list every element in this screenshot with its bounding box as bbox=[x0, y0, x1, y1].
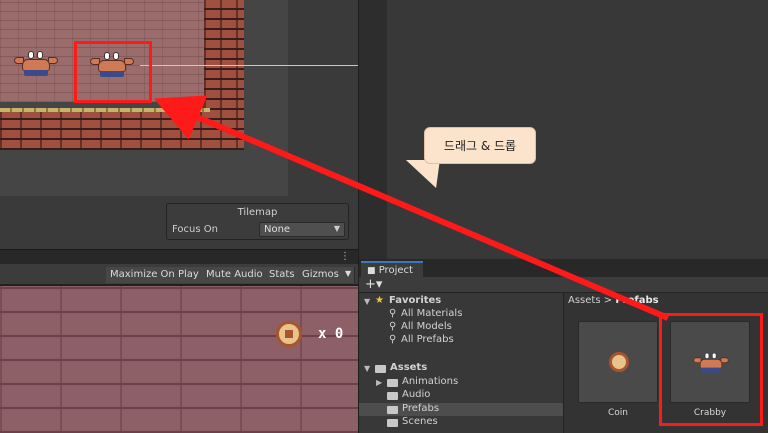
breadcrumb-separator: > bbox=[603, 295, 613, 306]
expand-arrow-icon[interactable]: ▼ bbox=[364, 364, 370, 373]
create-asset-button[interactable]: +▾ bbox=[365, 277, 382, 292]
breadcrumb-current[interactable]: Prefabs bbox=[615, 295, 658, 306]
tree-item-scenes[interactable]: Scenes bbox=[359, 416, 563, 429]
game-view[interactable] bbox=[0, 286, 358, 433]
expand-arrow-icon[interactable]: ▼ bbox=[364, 297, 370, 306]
stats-button[interactable]: Stats bbox=[265, 267, 300, 283]
coin-counter: x 0 bbox=[318, 326, 344, 342]
tilemap-title: Tilemap bbox=[237, 207, 278, 218]
assets-label: Assets bbox=[390, 362, 428, 373]
tree-item-label: All Prefabs bbox=[401, 334, 454, 345]
game-toolbar: Maximize On Play Mute Audio Stats Gizmos… bbox=[0, 264, 358, 285]
chevron-down-icon: ▼ bbox=[333, 224, 340, 233]
ground-tiles bbox=[0, 112, 232, 150]
coin-icon bbox=[609, 352, 629, 372]
inspector-strip bbox=[359, 0, 387, 259]
tree-item-all-materials[interactable]: ⚲ All Materials bbox=[359, 308, 563, 321]
scene-view[interactable]: Tilemap Focus On None ▼ bbox=[0, 0, 358, 249]
tab-project-label: Project bbox=[378, 265, 413, 276]
search-icon: ⚲ bbox=[389, 321, 397, 332]
coin-icon bbox=[276, 321, 302, 347]
tree-item-label: Scenes bbox=[402, 416, 438, 427]
asset-label: Coin bbox=[608, 408, 628, 418]
folder-icon: ■ bbox=[367, 266, 376, 276]
drop-target-highlight bbox=[74, 41, 152, 103]
mute-audio-button[interactable]: Mute Audio bbox=[202, 267, 268, 283]
favorites-label: Favorites bbox=[389, 295, 442, 306]
folder-icon bbox=[387, 419, 398, 427]
unity-editor-window: Tilemap Focus On None ▼ ⋮ Maximize On Pl… bbox=[0, 0, 768, 433]
project-tab-bar: ■ Project bbox=[359, 259, 768, 277]
folder-icon bbox=[387, 406, 398, 414]
gizmos-dropdown-icon[interactable]: ▼ bbox=[342, 267, 356, 283]
tree-item-label: Prefabs bbox=[402, 403, 440, 414]
project-toolbar: +▾ bbox=[359, 277, 768, 293]
tree-item-prefabs[interactable]: Prefabs bbox=[359, 403, 563, 416]
focus-on-value: None bbox=[264, 224, 291, 235]
maximize-on-play-button[interactable]: Maximize On Play bbox=[106, 267, 204, 283]
focus-on-label: Focus On bbox=[172, 224, 218, 235]
star-icon: ★ bbox=[375, 295, 384, 306]
folder-open-icon bbox=[375, 365, 386, 373]
expand-arrow-icon[interactable]: ▶ bbox=[376, 378, 382, 387]
drag-drop-callout: 드래그 & 드롭 bbox=[424, 127, 536, 164]
tree-item-all-models[interactable]: ⚲ All Models bbox=[359, 321, 563, 334]
scene-guide-line bbox=[140, 65, 358, 66]
asset-coin-prefab[interactable] bbox=[578, 321, 658, 403]
search-icon: ⚲ bbox=[389, 308, 397, 319]
gizmos-button[interactable]: Gizmos bbox=[298, 267, 344, 283]
search-icon: ⚲ bbox=[389, 334, 397, 345]
inspector-area bbox=[358, 0, 768, 259]
tree-item-all-prefabs[interactable]: ⚲ All Prefabs bbox=[359, 334, 563, 347]
drag-source-highlight bbox=[659, 313, 763, 426]
crab-sprite[interactable] bbox=[14, 51, 58, 77]
tree-item-favorites[interactable]: ▼ ★ Favorites bbox=[359, 295, 563, 308]
breadcrumb-root[interactable]: Assets bbox=[568, 295, 601, 306]
tree-item-label: Audio bbox=[402, 389, 431, 400]
tree-item-audio[interactable]: Audio bbox=[359, 389, 563, 402]
more-options-icon[interactable]: ⋮ bbox=[340, 251, 350, 262]
focus-on-dropdown[interactable]: None ▼ bbox=[259, 222, 345, 237]
folder-icon bbox=[387, 379, 398, 387]
tree-item-animations[interactable]: ▶ Animations bbox=[359, 376, 563, 389]
tree-item-assets[interactable]: ▼ Assets bbox=[359, 362, 563, 375]
tab-project[interactable]: ■ Project bbox=[361, 261, 423, 277]
project-folder-tree: ▼ ★ Favorites ⚲ All Materials ⚲ All Mode… bbox=[359, 293, 563, 433]
tilemap-overlay-panel: Tilemap Focus On None ▼ bbox=[166, 203, 349, 240]
tree-item-label: All Materials bbox=[401, 308, 463, 319]
tree-item-label: All Models bbox=[401, 321, 452, 332]
tree-item-label: Animations bbox=[402, 376, 459, 387]
game-tab-bar: ⋮ bbox=[0, 249, 358, 264]
folder-icon bbox=[387, 392, 398, 400]
breadcrumb: Assets > Prefabs bbox=[568, 295, 659, 306]
